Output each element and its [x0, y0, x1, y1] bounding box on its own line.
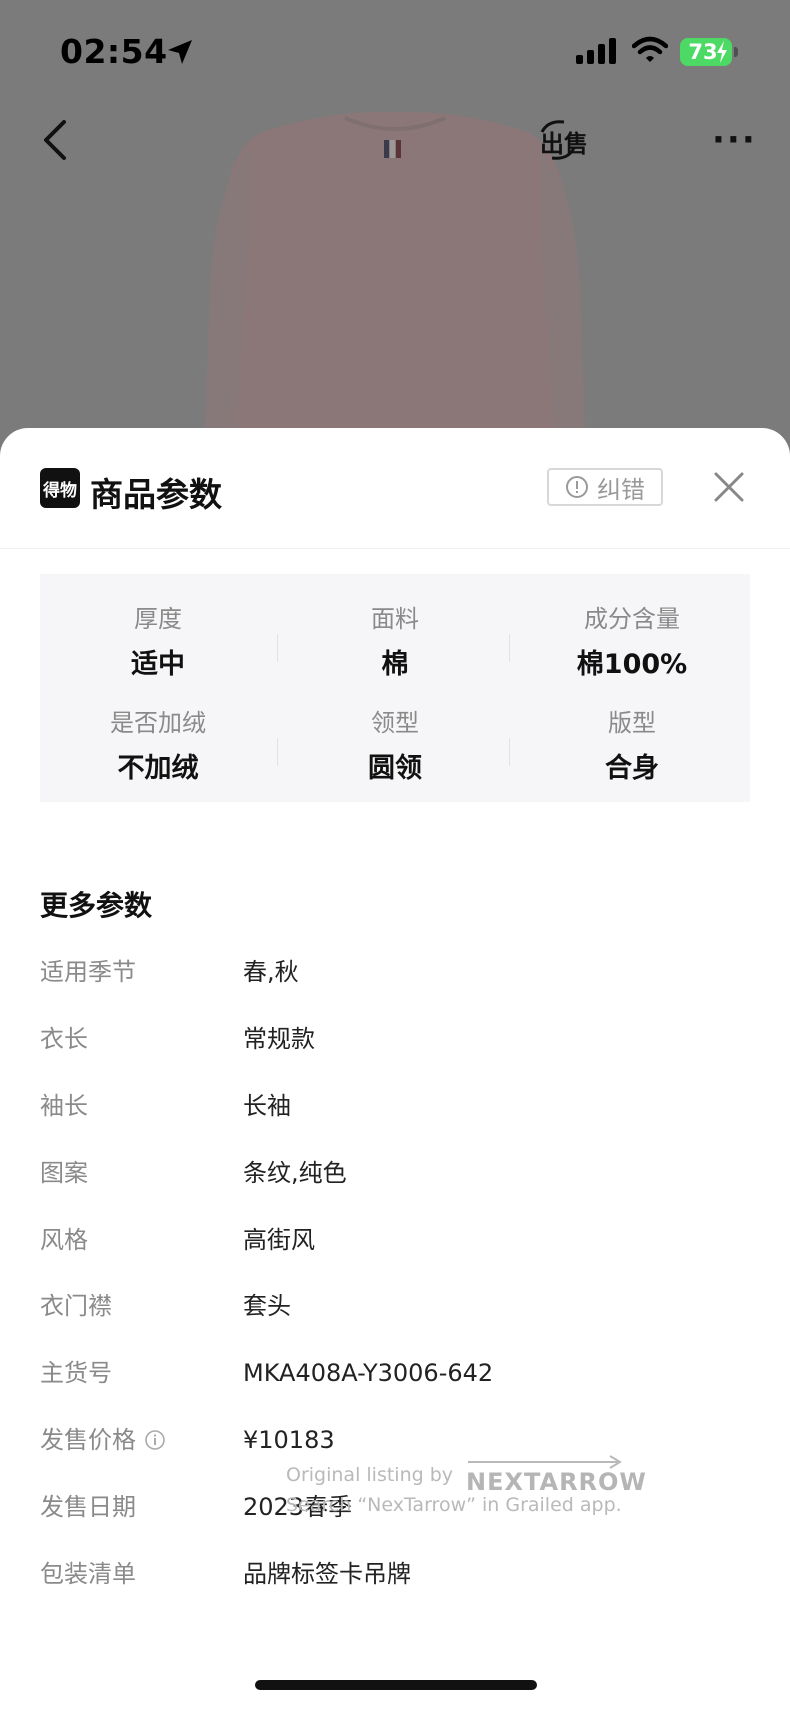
param-label: 主货号: [40, 1359, 112, 1387]
spec-value: 合身: [605, 753, 659, 784]
spec-item: 领型 圆领: [277, 708, 513, 786]
param-value: 长袖: [243, 1092, 291, 1120]
spec-summary-card: 厚度 适中 面料 棉 成分含量 棉100% 是否加绒 不加绒 领型 圆领 版型 …: [40, 574, 750, 802]
spec-label: 面料: [371, 605, 419, 633]
param-label: 衣长: [40, 1025, 88, 1053]
back-chevron-icon[interactable]: [40, 118, 70, 162]
spec-divider: [509, 738, 510, 766]
exclamation-circle-icon: [566, 476, 588, 498]
param-value: MKA408A-Y3006-642: [243, 1359, 494, 1387]
more-options-icon[interactable]: ···: [712, 120, 757, 160]
sheet-header: 得物 商品参数 纠错: [0, 428, 790, 549]
spec-item: 版型 合身: [514, 708, 750, 786]
spec-divider: [509, 634, 510, 662]
param-row: 衣门襟 套头: [40, 1286, 750, 1326]
param-label: 图案: [40, 1159, 88, 1187]
spec-item: 是否加绒 不加绒: [40, 708, 276, 786]
battery-level: 73: [688, 40, 718, 64]
spec-value: 不加绒: [117, 753, 199, 784]
dewu-logo: 得物: [40, 468, 80, 508]
report-error-button[interactable]: 纠错: [547, 468, 663, 506]
spec-value: 棉: [381, 649, 409, 680]
param-label: 袖长: [40, 1092, 88, 1120]
param-row: 发售价格 ¥10183: [40, 1420, 750, 1460]
home-indicator[interactable]: [255, 1680, 537, 1690]
param-label: 风格: [40, 1226, 88, 1254]
param-row: 图案 条纹,纯色: [40, 1153, 750, 1193]
spec-label: 是否加绒: [110, 709, 206, 737]
param-value: 2023春季: [243, 1493, 353, 1521]
param-value: 条纹,纯色: [243, 1159, 347, 1187]
param-row: 衣长 常规款: [40, 1019, 750, 1059]
param-value: 高街风: [243, 1226, 315, 1254]
spec-label: 厚度: [134, 605, 182, 633]
spec-item: 厚度 适中: [40, 604, 276, 682]
wifi-icon: [632, 36, 668, 62]
spec-value: 棉100%: [576, 649, 688, 680]
param-value: 品牌标签卡吊牌: [243, 1560, 411, 1588]
param-row: 包装清单 品牌标签卡吊牌: [40, 1554, 750, 1594]
spec-label: 版型: [608, 709, 656, 737]
param-label: 包装清单: [40, 1560, 136, 1588]
param-label: 发售日期: [40, 1493, 136, 1521]
param-row: 风格 高街风: [40, 1220, 750, 1260]
status-bar: 02:54 73: [0, 0, 790, 100]
param-value: 春,秋: [243, 958, 299, 986]
param-row: 发售日期 2023春季: [40, 1487, 750, 1527]
cellular-signal-icon: [576, 38, 616, 64]
battery-indicator: 73: [680, 38, 732, 66]
report-error-label: 纠错: [597, 475, 645, 504]
param-row: 适用季节 春,秋: [40, 952, 750, 992]
spec-value: 圆领: [368, 753, 422, 784]
battery-cap: [734, 47, 738, 57]
spec-value: 适中: [131, 649, 185, 680]
param-row: 主货号 MKA408A-Y3006-642: [40, 1353, 750, 1393]
param-label: 衣门襟: [40, 1292, 112, 1320]
spec-divider: [277, 634, 278, 662]
watermark-line1: Original listing by: [286, 1464, 454, 1486]
status-time: 02:54: [60, 32, 168, 71]
product-backdrop: 02:54 73 出售 ···: [0, 0, 790, 460]
param-value: ¥10183: [243, 1426, 335, 1454]
param-value: 套头: [243, 1292, 291, 1320]
spec-item: 面料 棉: [277, 604, 513, 682]
sell-label[interactable]: 出售: [540, 124, 588, 159]
close-icon[interactable]: [712, 470, 746, 504]
info-icon[interactable]: [144, 1429, 166, 1451]
param-row: 袖长 长袖: [40, 1086, 750, 1126]
param-label: 适用季节: [40, 958, 136, 986]
param-label: 发售价格: [40, 1426, 136, 1454]
spec-label: 领型: [371, 709, 419, 737]
param-value: 常规款: [243, 1025, 315, 1053]
spec-divider: [277, 738, 278, 766]
spec-item: 成分含量 棉100%: [514, 604, 750, 682]
charging-bolt-icon: [717, 41, 727, 63]
more-params-title: 更多参数: [40, 889, 153, 922]
sheet-title: 商品参数: [90, 475, 222, 514]
product-params-sheet: 得物 商品参数 纠错 厚度 适中 面料 棉 成分含量 棉100% 是否加绒 不加…: [0, 428, 790, 1710]
location-arrow-icon: [168, 40, 192, 64]
spec-label: 成分含量: [584, 605, 680, 633]
